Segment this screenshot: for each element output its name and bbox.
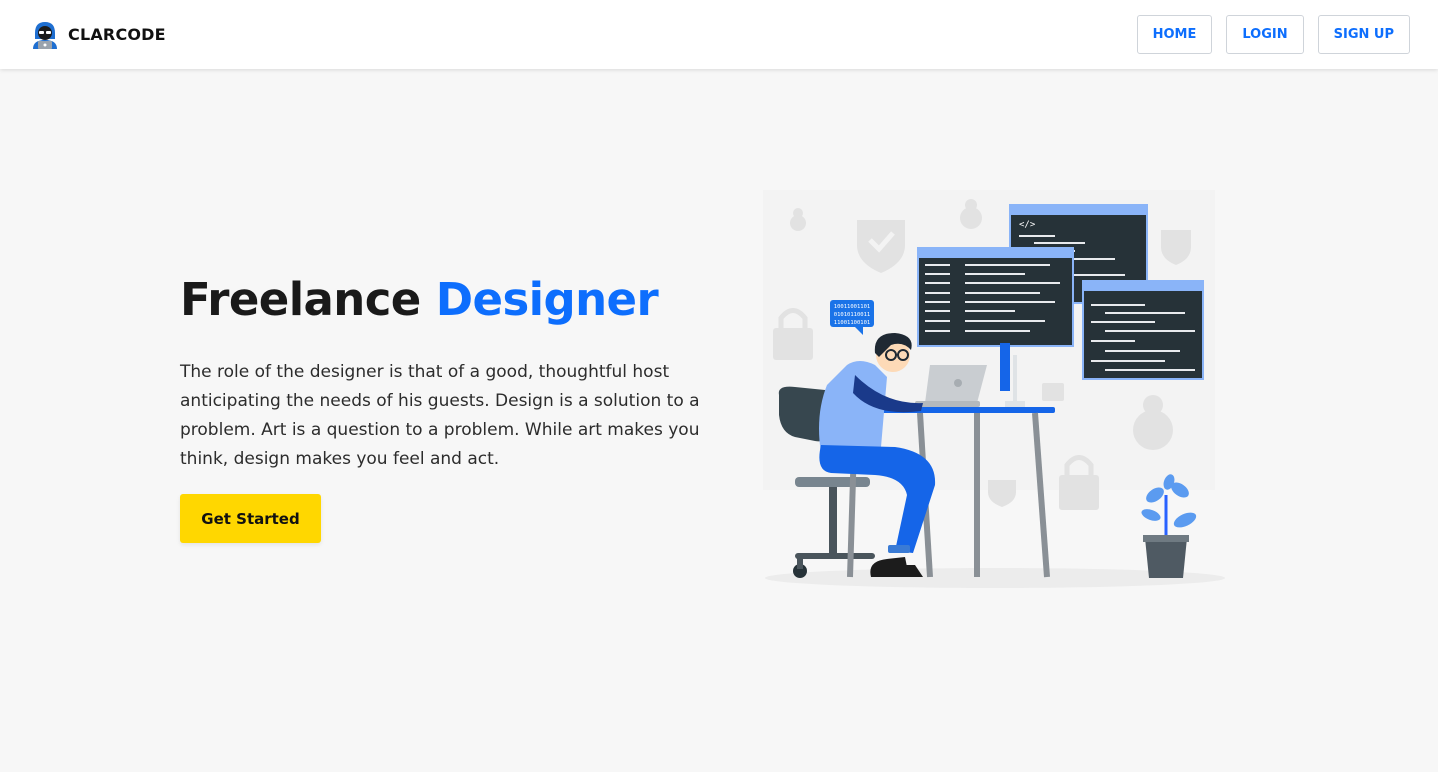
navbar: CLARCODE HOME LOGIN SIGN UP [0, 0, 1438, 69]
code-window-right [1082, 280, 1204, 380]
svg-text:01010110011: 01010110011 [834, 312, 870, 318]
brand-name: CLARCODE [68, 25, 166, 44]
code-tag: </> [1019, 220, 1036, 230]
code-window-front [917, 247, 1074, 347]
nav-home-button[interactable]: HOME [1136, 15, 1213, 54]
svg-text:11001100101: 11001100101 [834, 320, 870, 326]
hero-title: Freelance Designer [180, 270, 720, 330]
hero-title-part1: Freelance [180, 273, 421, 326]
nav-login-button[interactable]: LOGIN [1226, 15, 1304, 54]
get-started-button[interactable]: Get Started [180, 494, 321, 543]
programmer-at-desk-illustration: </> 10011001101 01010110011 11001100101 [763, 190, 1225, 588]
hero-section: Freelance Designer The role of the desig… [180, 270, 720, 543]
brand[interactable]: CLARCODE [30, 19, 166, 51]
hero-description: The role of the designer is that of a go… [180, 362, 700, 469]
hero-title-accent: Designer [435, 273, 659, 326]
hacker-avatar-icon [33, 21, 57, 49]
svg-text:10011001101: 10011001101 [834, 304, 870, 310]
nav-signup-button[interactable]: SIGN UP [1317, 15, 1410, 54]
nav-links: HOME LOGIN SIGN UP [1136, 15, 1410, 54]
